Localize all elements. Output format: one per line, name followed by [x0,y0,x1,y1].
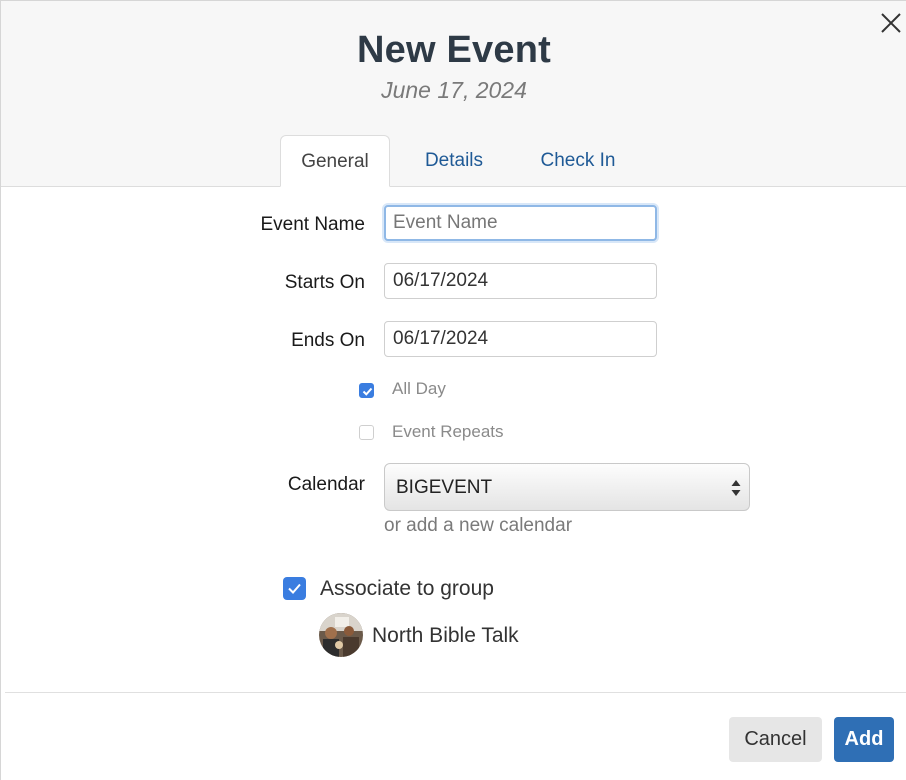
event-name-label: Event Name [260,214,365,235]
calendar-selected-value: BIGEVENT [396,477,493,498]
check-icon [362,387,373,396]
group-name: North Bible Talk [372,624,519,647]
associate-group-checkbox[interactable] [283,577,306,600]
event-repeats-label: Event Repeats [392,422,504,441]
associate-group-label: Associate to group [320,577,494,600]
calendar-label: Calendar [287,474,365,495]
dialog-header: New Event June 17, 2024 General Details … [1,1,906,187]
ends-on-input[interactable] [384,321,657,357]
updown-arrows-icon [731,480,741,496]
ends-on-label: Ends On [291,330,365,351]
tab-details[interactable]: Details [409,135,499,186]
calendar-select[interactable]: BIGEVENT [384,463,750,511]
event-repeats-checkbox[interactable] [359,425,374,440]
new-event-dialog: New Event June 17, 2024 General Details … [0,0,906,780]
cancel-button[interactable]: Cancel [729,717,822,762]
tab-check-in[interactable]: Check In [526,135,630,186]
starts-on-label: Starts On [284,272,365,293]
starts-on-input[interactable] [384,263,657,299]
all-day-label: All Day [392,379,446,398]
dialog-title: New Event [357,29,551,71]
add-calendar-link[interactable]: or add a new calendar [384,515,572,537]
add-button[interactable]: Add [834,717,894,762]
group-avatar [319,613,363,657]
check-icon [288,583,301,594]
tab-general[interactable]: General [280,135,390,187]
footer-divider [5,692,906,693]
event-date: June 17, 2024 [381,77,527,103]
event-name-input[interactable] [384,205,657,241]
all-day-checkbox[interactable] [359,383,374,398]
